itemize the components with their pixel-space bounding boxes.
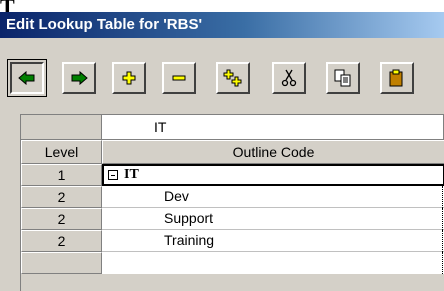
level-cell: 2	[21, 208, 102, 230]
paste-icon	[389, 69, 403, 87]
outline-code-cell[interactable]: Dev	[102, 186, 444, 208]
outline-code-text: Dev	[164, 188, 189, 204]
edit-value: IT	[154, 119, 167, 135]
table-row[interactable]: 2 Training	[21, 230, 444, 252]
arrow-left-icon	[18, 71, 35, 85]
table-row[interactable]: 2 Dev	[21, 186, 444, 208]
minus-icon	[172, 75, 186, 81]
plus-icon	[122, 71, 136, 85]
indent-button[interactable]	[62, 62, 96, 94]
level-cell: 2	[21, 230, 102, 252]
collapse-button[interactable]	[162, 62, 196, 94]
paste-button[interactable]	[380, 62, 414, 94]
table-row-empty[interactable]	[21, 252, 444, 274]
plus-plus-icon	[223, 69, 242, 87]
level-column-header[interactable]: Level	[21, 140, 102, 164]
copy-icon	[334, 69, 351, 87]
collapse-box-icon[interactable]	[108, 170, 118, 180]
table-row[interactable]: 2 Support	[21, 208, 444, 230]
outline-code-cell[interactable]	[102, 252, 444, 274]
scissors-icon	[281, 69, 297, 87]
dotted-border	[442, 208, 443, 230]
level-cell: 1	[21, 164, 102, 186]
outline-code-edit-field[interactable]: IT	[101, 114, 444, 140]
outline-code-grid: Level Outline Code 1 IT 2 Dev 2 Support …	[20, 140, 444, 291]
outdent-button[interactable]	[7, 59, 47, 97]
show-all-button[interactable]	[216, 62, 250, 94]
edit-row: IT	[20, 114, 444, 140]
dotted-border	[442, 186, 443, 208]
table-row[interactable]: 1 IT	[21, 164, 444, 186]
dotted-border	[442, 252, 443, 274]
outline-code-cell[interactable]: Support	[102, 208, 444, 230]
arrow-right-icon	[71, 71, 88, 85]
dotted-border	[442, 230, 443, 252]
edit-row-header	[20, 114, 101, 140]
expand-button[interactable]	[112, 62, 146, 94]
level-cell: 2	[21, 186, 102, 208]
outline-code-cell-selected[interactable]: IT	[102, 164, 444, 186]
window-title: Edit Lookup Table for 'RBS'	[0, 12, 444, 38]
copy-button[interactable]	[326, 62, 360, 94]
outline-code-cell[interactable]: Training	[102, 230, 444, 252]
toolbar	[7, 59, 444, 114]
outline-code-text: Training	[164, 232, 215, 248]
level-cell	[21, 252, 102, 274]
outline-code-column-header[interactable]: Outline Code	[102, 140, 444, 164]
outline-code-text: Support	[164, 210, 214, 226]
cut-button[interactable]	[272, 62, 306, 94]
outline-code-text: IT	[124, 167, 139, 182]
